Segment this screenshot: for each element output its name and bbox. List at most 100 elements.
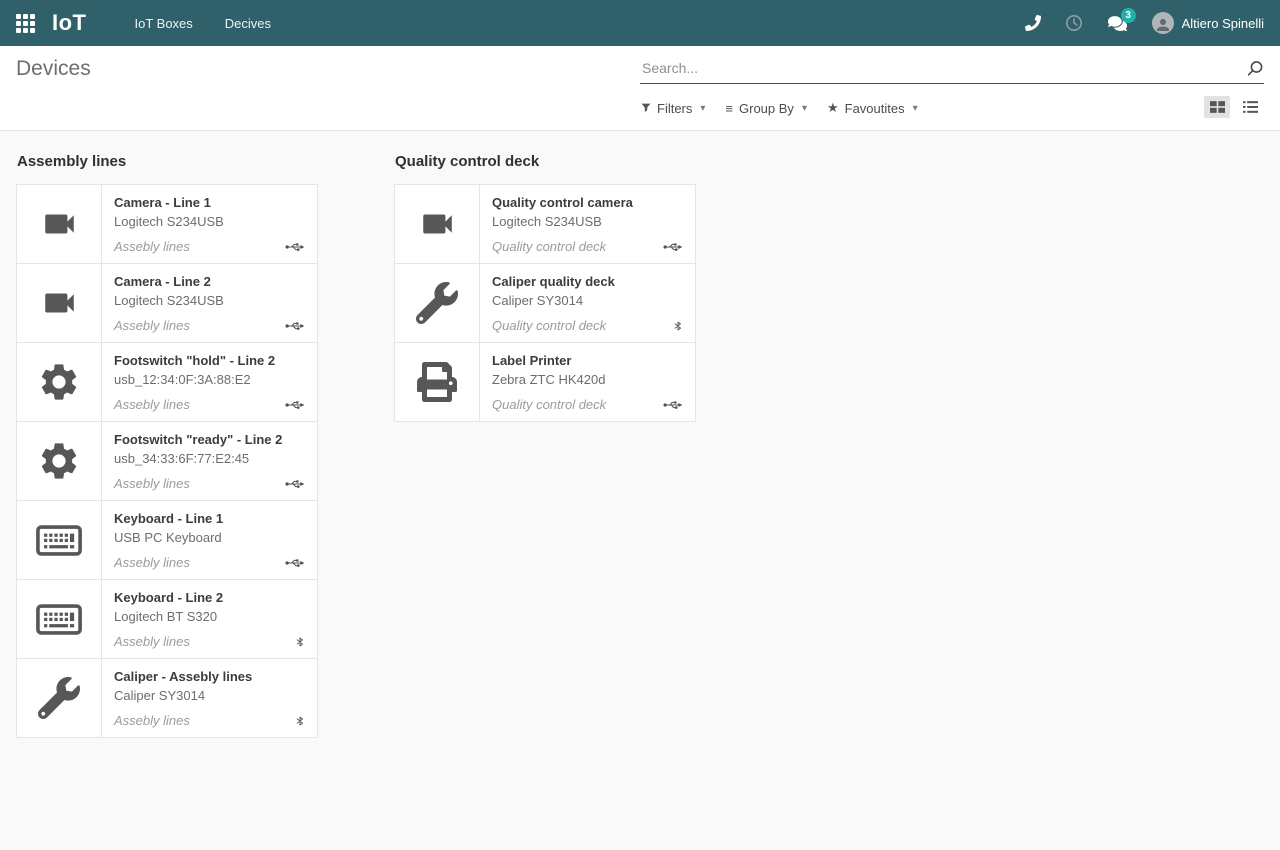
kanban-view-button[interactable] bbox=[1204, 96, 1230, 118]
device-category: Assebly lines bbox=[114, 555, 190, 570]
device-category: Assebly lines bbox=[114, 397, 190, 412]
group-by-button[interactable]: ≡ Group By ▾ bbox=[725, 101, 807, 116]
kanban-board: Assembly lines Camera - Line 1 Logitech … bbox=[0, 131, 1280, 738]
column-header: Quality control deck bbox=[395, 153, 696, 170]
filters-button[interactable]: Filters ▾ bbox=[641, 101, 705, 116]
device-image-cell bbox=[17, 343, 102, 421]
search-input[interactable] bbox=[640, 58, 1264, 84]
device-image-cell bbox=[17, 501, 102, 579]
device-category: Quality control deck bbox=[492, 239, 606, 254]
usb-icon bbox=[285, 320, 305, 332]
device-card[interactable]: Caliper - Assebly lines Caliper SY3014 A… bbox=[16, 658, 318, 738]
device-card-footer: Quality control deck bbox=[492, 397, 683, 412]
device-card-body: Footswitch "hold" - Line 2 usb_12:34:0F:… bbox=[102, 343, 317, 421]
device-subtitle: Logitech S234USB bbox=[114, 214, 305, 229]
device-subtitle: usb_34:33:6F:77:E2:45 bbox=[114, 451, 305, 466]
device-card-footer: Quality control deck bbox=[492, 318, 683, 333]
view-switcher bbox=[1204, 96, 1263, 118]
device-image-cell bbox=[17, 659, 102, 737]
search-bar bbox=[640, 58, 1264, 84]
device-category: Assebly lines bbox=[114, 476, 190, 491]
search-icon[interactable] bbox=[1246, 60, 1264, 78]
usb-icon bbox=[285, 557, 305, 569]
filter-toolbar: Filters ▾ ≡ Group By ▾ ★ Favoutites ▾ bbox=[641, 100, 918, 116]
device-category: Quality control deck bbox=[492, 397, 606, 412]
device-card-body: Caliper - Assebly lines Caliper SY3014 A… bbox=[102, 659, 317, 737]
device-title: Quality control camera bbox=[492, 195, 683, 210]
filters-label: Filters bbox=[657, 101, 692, 116]
device-title: Footswitch "hold" - Line 2 bbox=[114, 353, 305, 368]
printer-icon bbox=[417, 362, 457, 402]
device-subtitle: Logitech S234USB bbox=[114, 293, 305, 308]
user-name: Altiero Spinelli bbox=[1182, 16, 1264, 31]
device-subtitle: USB PC Keyboard bbox=[114, 530, 305, 545]
device-image-cell bbox=[395, 343, 480, 421]
user-menu[interactable]: Altiero Spinelli bbox=[1152, 12, 1264, 34]
device-card[interactable]: Keyboard - Line 2 Logitech BT S320 Asseb… bbox=[16, 579, 318, 659]
column-header: Assembly lines bbox=[17, 153, 318, 170]
funnel-icon bbox=[641, 103, 651, 113]
device-category: Assebly lines bbox=[114, 318, 190, 333]
group-by-label: Group By bbox=[739, 101, 794, 116]
favourites-button[interactable]: ★ Favoutites ▾ bbox=[827, 100, 918, 116]
device-card[interactable]: Quality control camera Logitech S234USB … bbox=[394, 184, 696, 264]
camera-icon bbox=[36, 205, 83, 243]
device-card-footer: Quality control deck bbox=[492, 239, 683, 254]
gear-icon bbox=[37, 360, 81, 404]
device-image-cell bbox=[17, 185, 102, 263]
device-card[interactable]: Keyboard - Line 1 USB PC Keyboard Assebl… bbox=[16, 500, 318, 580]
device-category: Assebly lines bbox=[114, 713, 190, 728]
kanban-view-icon bbox=[1210, 101, 1225, 113]
device-title: Caliper quality deck bbox=[492, 274, 683, 289]
card-list: Quality control camera Logitech S234USB … bbox=[394, 184, 696, 422]
device-card-footer: Assebly lines bbox=[114, 713, 305, 728]
activities-clock-icon[interactable] bbox=[1065, 14, 1083, 32]
chevron-down-icon: ▾ bbox=[802, 103, 807, 114]
wrench-icon bbox=[416, 282, 458, 324]
device-card[interactable]: Label Printer Zebra ZTC HK420d Quality c… bbox=[394, 342, 696, 422]
device-title: Keyboard - Line 1 bbox=[114, 511, 305, 526]
brand-logo[interactable]: IoT bbox=[52, 10, 87, 36]
device-image-cell bbox=[395, 264, 480, 342]
device-title: Keyboard - Line 2 bbox=[114, 590, 305, 605]
device-card-body: Quality control camera Logitech S234USB … bbox=[480, 185, 695, 263]
device-title: Camera - Line 1 bbox=[114, 195, 305, 210]
device-subtitle: usb_12:34:0F:3A:88:E2 bbox=[114, 372, 305, 387]
device-card[interactable]: Camera - Line 2 Logitech S234USB Assebly… bbox=[16, 263, 318, 343]
device-card[interactable]: Footswitch "hold" - Line 2 usb_12:34:0F:… bbox=[16, 342, 318, 422]
apps-grid-icon[interactable] bbox=[16, 12, 38, 34]
device-title: Label Printer bbox=[492, 353, 683, 368]
device-card-footer: Assebly lines bbox=[114, 555, 305, 570]
device-image-cell bbox=[17, 580, 102, 658]
device-subtitle: Caliper SY3014 bbox=[114, 688, 305, 703]
group-by-icon: ≡ bbox=[725, 101, 733, 116]
device-subtitle: Caliper SY3014 bbox=[492, 293, 683, 308]
device-category: Assebly lines bbox=[114, 239, 190, 254]
page-title: Devices bbox=[16, 57, 91, 81]
device-subtitle: Zebra ZTC HK420d bbox=[492, 372, 683, 387]
menu-item-devices[interactable]: Decives bbox=[223, 12, 273, 35]
phone-icon[interactable] bbox=[1025, 15, 1041, 31]
menu-item-iot-boxes[interactable]: IoT Boxes bbox=[133, 12, 195, 35]
device-title: Camera - Line 2 bbox=[114, 274, 305, 289]
kanban-column: Quality control deck Quality control cam… bbox=[394, 153, 696, 738]
list-view-button[interactable] bbox=[1237, 96, 1263, 118]
messages-icon[interactable]: 3 bbox=[1107, 15, 1128, 32]
usb-icon bbox=[285, 399, 305, 411]
person-icon bbox=[1154, 16, 1172, 34]
card-list: Camera - Line 1 Logitech S234USB Assebly… bbox=[16, 184, 318, 738]
usb-icon bbox=[285, 241, 305, 253]
device-subtitle: Logitech S234USB bbox=[492, 214, 683, 229]
bluetooth-icon bbox=[295, 635, 305, 649]
device-card[interactable]: Caliper quality deck Caliper SY3014 Qual… bbox=[394, 263, 696, 343]
camera-icon bbox=[414, 205, 461, 243]
device-card-footer: Assebly lines bbox=[114, 634, 305, 649]
device-card-footer: Assebly lines bbox=[114, 318, 305, 333]
keyboard-icon bbox=[36, 525, 82, 556]
control-panel: Devices Filters ▾ ≡ Group By ▾ ★ Favouti… bbox=[0, 46, 1280, 131]
device-card-body: Caliper quality deck Caliper SY3014 Qual… bbox=[480, 264, 695, 342]
device-card[interactable]: Footswitch "ready" - Line 2 usb_34:33:6F… bbox=[16, 421, 318, 501]
usb-icon bbox=[285, 478, 305, 490]
device-card-footer: Assebly lines bbox=[114, 239, 305, 254]
device-card[interactable]: Camera - Line 1 Logitech S234USB Assebly… bbox=[16, 184, 318, 264]
